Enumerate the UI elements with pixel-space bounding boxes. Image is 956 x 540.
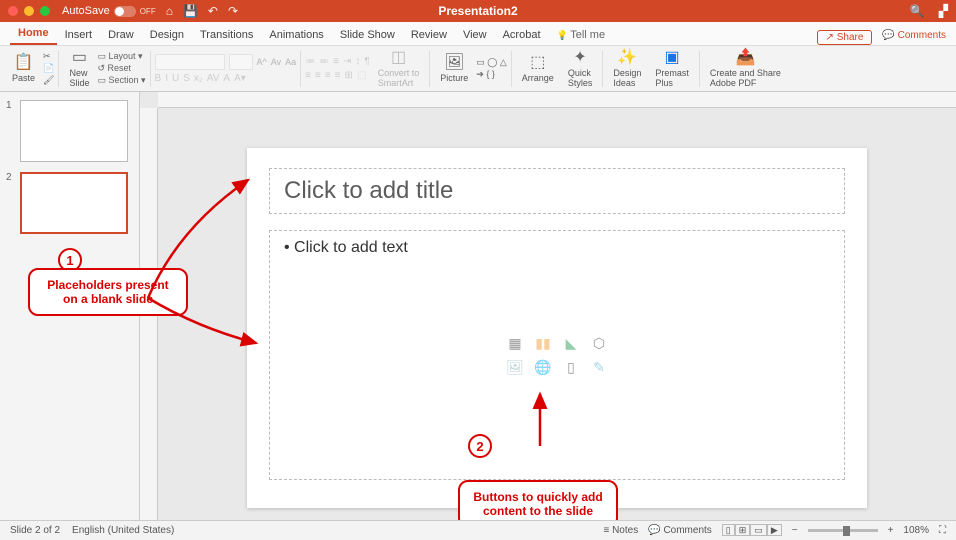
tab-design[interactable]: Design	[142, 25, 192, 45]
shapes-gallery[interactable]: ▭ ◯ △➔ { }	[476, 57, 507, 80]
comments-button[interactable]: 💬 Comments	[648, 525, 712, 536]
tab-draw[interactable]: Draw	[100, 25, 142, 45]
tab-home[interactable]: Home	[10, 23, 57, 45]
tellme-search[interactable]: Tell me	[549, 25, 614, 45]
font-selector[interactable]: A^AvAa	[155, 54, 297, 70]
quick-styles-button[interactable]: ✦Quick Styles	[562, 46, 599, 91]
smartart-button[interactable]: ◫Convert to SmartArt	[372, 46, 426, 91]
ribbon-tabs: Home Insert Draw Design Transitions Anim…	[0, 22, 956, 46]
thumbnail-slide[interactable]	[20, 100, 128, 162]
qat: ⌂ 💾 ↶ ↷	[166, 4, 238, 18]
insert-icon-icon[interactable]: ✎	[588, 358, 610, 376]
autosave-toggle[interactable]: AutoSave OFF	[62, 5, 156, 17]
paragraph-row1[interactable]: ≔≕≡⇥↕¶	[305, 56, 370, 67]
annotation-badge-2: 2	[468, 434, 492, 458]
tab-animations[interactable]: Animations	[261, 25, 331, 45]
tab-transitions[interactable]: Transitions	[192, 25, 261, 45]
thumbnail-1[interactable]: 1	[6, 100, 133, 162]
toggle-icon[interactable]	[114, 6, 136, 17]
window-controls[interactable]	[8, 6, 50, 16]
save-icon[interactable]: 💾	[183, 4, 198, 18]
annotation-callout-2: Buttons to quickly add content to the sl…	[458, 480, 618, 520]
new-slide-button[interactable]: ▭New Slide	[63, 46, 95, 91]
content-placeholder[interactable]: • Click to add text ▦ ▮▮ ◣ ⬡ 🖼 🌐 ▯ ✎	[269, 230, 845, 480]
slide-canvas-area: Click to add title • Click to add text ▦…	[140, 92, 956, 520]
zoom-level[interactable]: 108%	[903, 525, 929, 536]
insert-online-icon[interactable]: 🌐	[532, 358, 554, 376]
font-format-row[interactable]: BIUSx₂AVAA▾	[155, 73, 297, 84]
thumbnail-2[interactable]: 2	[6, 172, 133, 234]
clipboard-extras[interactable]: ✂📄🖌	[43, 51, 54, 86]
notes-button[interactable]: ≡ Notes	[603, 525, 638, 536]
slide-options[interactable]: ▭ Layout ▾ ↺ Reset ▭ Section ▾	[97, 51, 145, 86]
tab-insert[interactable]: Insert	[57, 25, 101, 45]
macos-titlebar: AutoSave OFF ⌂ 💾 ↶ ↷ Presentation2 🔍 ▞	[0, 0, 956, 22]
status-language[interactable]: English (United States)	[72, 525, 174, 536]
tab-slideshow[interactable]: Slide Show	[332, 25, 403, 45]
tab-view[interactable]: View	[455, 25, 495, 45]
picture-button[interactable]: 🖼Picture	[434, 46, 474, 91]
horizontal-ruler	[158, 92, 956, 108]
search-icon[interactable]: 🔍	[910, 4, 925, 18]
zoom-out-button[interactable]: −	[792, 525, 798, 536]
fit-window-icon[interactable]: ⛶	[939, 525, 946, 536]
tab-acrobat[interactable]: Acrobat	[495, 25, 549, 45]
workspace: 1 2 Click to add title • Click to add te…	[0, 92, 956, 520]
minimize-window-icon[interactable]	[24, 6, 34, 16]
design-ideas-button[interactable]: ✨Design Ideas	[607, 46, 647, 91]
paste-button[interactable]: 📋Paste	[6, 46, 41, 91]
slide[interactable]: Click to add title • Click to add text ▦…	[247, 148, 867, 508]
redo-icon[interactable]: ↷	[228, 4, 238, 18]
tab-review[interactable]: Review	[403, 25, 455, 45]
title-placeholder[interactable]: Click to add title	[269, 168, 845, 214]
view-buttons[interactable]: ▯⊞▭▶	[722, 525, 782, 536]
status-slide: Slide 2 of 2	[10, 525, 60, 536]
insert-table-icon[interactable]: ▦	[504, 334, 526, 352]
insert-picture-icon[interactable]: 🖼	[504, 358, 526, 376]
insert-3d-icon[interactable]: ⬡	[588, 334, 610, 352]
paragraph-row2[interactable]: ≡≡≡≡⊞⬚	[305, 70, 370, 81]
fullscreen-window-icon[interactable]	[40, 6, 50, 16]
share-button[interactable]: ↗ Share	[817, 30, 873, 45]
insert-chart-icon[interactable]: ▮▮	[532, 334, 554, 352]
thumbnail-slide[interactable]	[20, 172, 128, 234]
autosave-label: AutoSave	[62, 5, 110, 17]
zoom-slider[interactable]	[808, 529, 878, 532]
ribbon: 📋Paste ✂📄🖌 ▭New Slide ▭ Layout ▾ ↺ Reset…	[0, 46, 956, 92]
autosave-state: OFF	[140, 7, 156, 16]
ribbon-toggle-icon[interactable]: ▞	[939, 4, 948, 18]
arrange-button[interactable]: ⬚Arrange	[516, 46, 560, 91]
adobe-pdf-button[interactable]: 📤Create and Share Adobe PDF	[704, 46, 787, 91]
insert-smartart-icon[interactable]: ◣	[560, 334, 582, 352]
home-icon[interactable]: ⌂	[166, 4, 173, 18]
body-placeholder-text: • Click to add text	[284, 239, 408, 256]
content-quick-icons[interactable]: ▦ ▮▮ ◣ ⬡ 🖼 🌐 ▯ ✎	[504, 334, 610, 376]
insert-video-icon[interactable]: ▯	[560, 358, 582, 376]
arrow-icon	[528, 388, 552, 448]
premast-button[interactable]: ▣Premast Plus	[649, 46, 695, 91]
comments-button[interactable]: 💬 Comments	[882, 30, 946, 45]
status-bar: Slide 2 of 2 English (United States) ≡ N…	[0, 520, 956, 540]
arrow-icon	[138, 168, 268, 348]
document-title: Presentation2	[438, 4, 517, 18]
close-window-icon[interactable]	[8, 6, 18, 16]
undo-icon[interactable]: ↶	[208, 4, 218, 18]
zoom-in-button[interactable]: +	[888, 525, 894, 536]
